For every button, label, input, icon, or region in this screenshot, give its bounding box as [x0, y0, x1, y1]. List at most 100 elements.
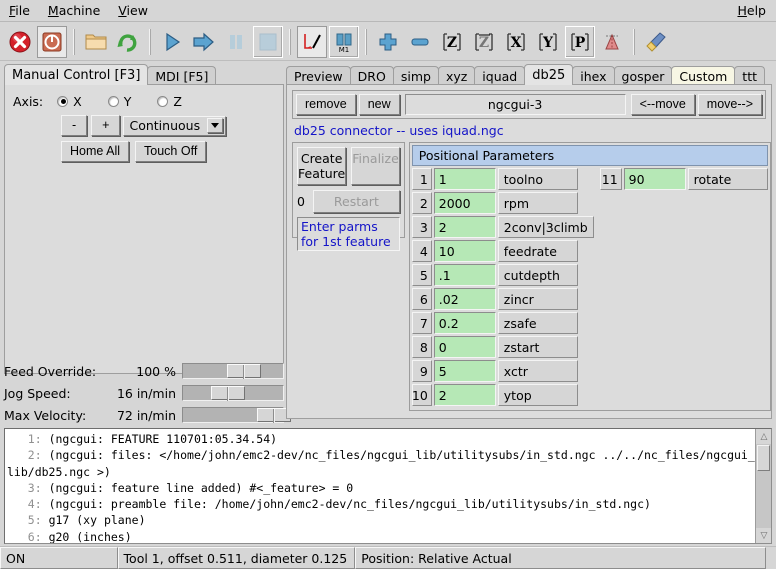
skip-lines-icon[interactable]: [297, 26, 327, 58]
param-row: 322conv|3climb: [412, 216, 594, 238]
param-value-input[interactable]: 10: [434, 240, 496, 262]
axis-radio-z[interactable]: Z: [157, 94, 182, 109]
ngcgui-pane: PreviewDROsimpxyz iquad db25 ihex gosper Cust…: [286, 64, 772, 420]
tab-db25[interactable]: db25: [524, 64, 573, 85]
param-value-input[interactable]: 90: [624, 168, 686, 190]
svg-text:Z: Z: [447, 35, 457, 51]
tab-xyz[interactable]: xyz: [438, 66, 475, 85]
home-all-button[interactable]: Home All: [61, 141, 129, 162]
jog-plus-button[interactable]: +: [91, 115, 120, 136]
view-z-icon[interactable]: Z: [437, 26, 467, 58]
tab-simp[interactable]: simp: [393, 66, 439, 85]
menu-help[interactable]: Help: [728, 1, 776, 21]
linuxcnc-axis-window: File Machine View Help: [0, 0, 776, 569]
max-velocity-label: Max Velocity:: [4, 408, 114, 423]
status-spacer: [766, 547, 776, 569]
tab-iquad-label: iquad: [482, 69, 517, 84]
scroll-down-icon[interactable]: ▽: [756, 528, 772, 543]
touch-off-button[interactable]: Touch Off: [135, 141, 206, 162]
svg-text:Y: Y: [542, 35, 554, 51]
estop-icon[interactable]: [5, 26, 35, 58]
svg-text:M1: M1: [339, 46, 350, 53]
tab-ttt[interactable]: ttt: [734, 66, 765, 85]
jog-speed-label: Jog Speed:: [4, 386, 114, 401]
param-value-input[interactable]: .1: [434, 264, 496, 286]
gcode-vertical-scrollbar[interactable]: △ ▽: [755, 429, 771, 543]
power-icon[interactable]: [37, 26, 67, 58]
stop-icon[interactable]: [253, 26, 283, 58]
view-y-icon[interactable]: Y: [533, 26, 563, 58]
move-left-button[interactable]: <--move: [631, 94, 695, 115]
jog-increment-select[interactable]: Continuous: [123, 116, 226, 136]
view-p-icon[interactable]: P: [565, 26, 595, 58]
tab-ihex-label: ihex: [580, 69, 606, 84]
slider-thumb[interactable]: [227, 364, 261, 378]
tab-custom[interactable]: Custom: [671, 66, 735, 85]
param-value-input[interactable]: 1: [434, 168, 496, 190]
menu-view[interactable]: View: [109, 1, 157, 21]
clear-plot-icon[interactable]: [641, 26, 671, 58]
slider-thumb[interactable]: [211, 386, 245, 400]
axis-selector-row: Axis: X Y Z: [13, 91, 275, 111]
param-name-label: zstart: [498, 336, 578, 358]
gcode-line-number: 2:: [7, 448, 49, 462]
param-value-input[interactable]: 2000: [434, 192, 496, 214]
open-file-icon[interactable]: [81, 26, 111, 58]
zoom-in-icon[interactable]: [373, 26, 403, 58]
chevron-down-icon: [207, 118, 223, 133]
new-button[interactable]: new: [359, 94, 400, 115]
pause-icon[interactable]: [221, 26, 251, 58]
view-z2-icon[interactable]: Z: [469, 26, 499, 58]
tab-gosper-label: gosper: [622, 69, 665, 84]
max-velocity-slider[interactable]: [182, 407, 284, 423]
toolbar-separator: [365, 29, 367, 55]
gcode-line: 2: (ngcgui: files: </home/john/emc2-dev/…: [7, 447, 755, 480]
param-index: 3: [412, 216, 432, 238]
menu-file[interactable]: File: [0, 1, 39, 21]
param-index: 11: [600, 168, 622, 190]
tab-preview[interactable]: Preview: [286, 66, 351, 85]
tab-mdi[interactable]: MDI [F5]: [147, 66, 216, 85]
tab-dro[interactable]: DRO: [350, 66, 394, 85]
gcode-line: 5: g17 (xy plane): [7, 512, 755, 528]
create-feature-button[interactable]: Create Feature: [297, 147, 346, 185]
tab-iquad[interactable]: iquad: [474, 66, 525, 85]
scroll-up-icon[interactable]: △: [756, 429, 772, 444]
tab-manual-control[interactable]: Manual Control [F3]: [4, 64, 148, 85]
tool-cone-icon[interactable]: [597, 26, 627, 58]
param-value-input[interactable]: 2: [434, 384, 496, 406]
param-index: 4: [412, 240, 432, 262]
jog-speed-slider[interactable]: [182, 385, 284, 401]
param-value-input[interactable]: 5: [434, 360, 496, 382]
gcode-line: 1: (ngcgui: FEATURE 110701:05.34.54): [7, 431, 755, 447]
feed-override-slider[interactable]: [182, 363, 284, 379]
param-value-input[interactable]: 0: [434, 336, 496, 358]
run-icon[interactable]: [157, 26, 187, 58]
param-row: 102ytop: [412, 384, 594, 406]
tab-ihex[interactable]: ihex: [572, 66, 614, 85]
status-position-mode: Position: Relative Actual: [355, 547, 766, 569]
gcode-line-number: 6:: [7, 530, 49, 544]
reload-icon[interactable]: [113, 26, 143, 58]
menu-machine[interactable]: Machine: [39, 1, 109, 21]
param-row: 410feedrate: [412, 240, 594, 262]
zoom-out-icon[interactable]: [405, 26, 435, 58]
param-value-input[interactable]: 0.2: [434, 312, 496, 334]
optional-stop-icon[interactable]: M1: [329, 26, 359, 58]
step-icon[interactable]: [189, 26, 219, 58]
param-value-input[interactable]: 2: [434, 216, 496, 238]
param-value-input[interactable]: .02: [434, 288, 496, 310]
view-x-icon[interactable]: X: [501, 26, 531, 58]
axis-radio-y[interactable]: Y: [108, 94, 132, 109]
scrollbar-thumb[interactable]: [757, 445, 770, 471]
gcode-text-area[interactable]: 1: (ngcgui: FEATURE 110701:05.34.54) 2: …: [4, 428, 772, 544]
param-row: 5.1cutdepth: [412, 264, 594, 286]
param-name-label: ytop: [498, 384, 578, 406]
gcode-line-text: (ngcgui: FEATURE 110701:05.34.54): [49, 432, 277, 446]
move-right-button[interactable]: move-->: [698, 94, 762, 115]
axis-radio-x[interactable]: X: [57, 94, 82, 109]
tab-gosper[interactable]: gosper: [614, 66, 673, 85]
jog-minus-button[interactable]: -: [61, 115, 87, 136]
jog-speed-row: Jog Speed: 16 in/min: [4, 382, 284, 404]
remove-button[interactable]: remove: [296, 94, 356, 115]
